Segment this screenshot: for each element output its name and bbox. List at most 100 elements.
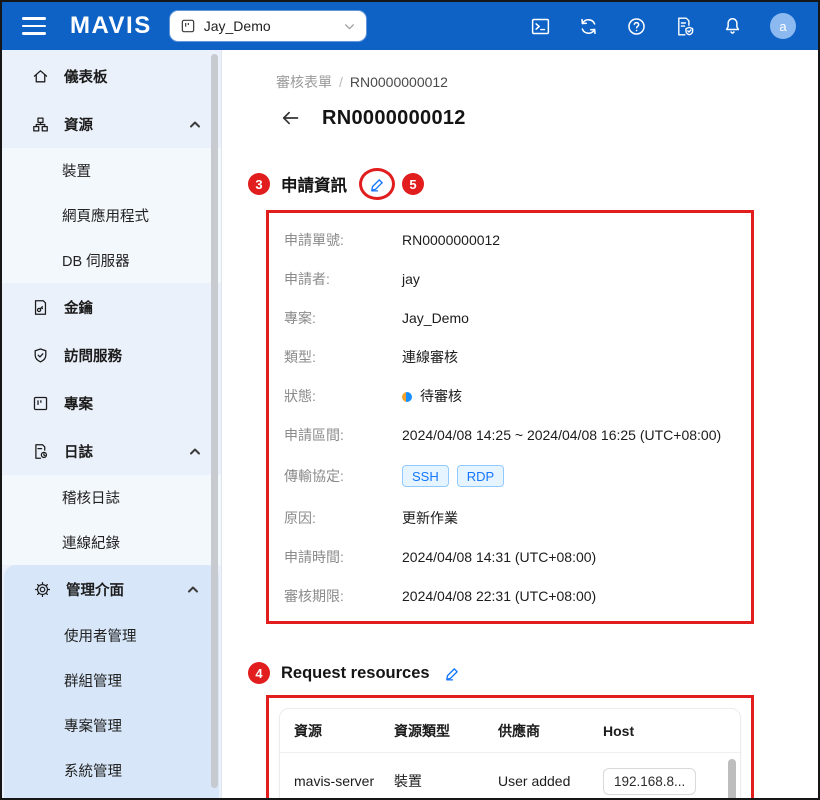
- edit-icon[interactable]: [369, 176, 386, 193]
- protocol-tag-rdp: RDP: [456, 465, 505, 487]
- cell-resource-type: 裝置: [394, 773, 422, 789]
- field-row: 申請單號: RN0000000012: [284, 220, 743, 259]
- field-label: 申請區間:: [284, 426, 344, 443]
- sidebar-item-logs[interactable]: 日誌: [2, 427, 221, 475]
- table-row[interactable]: mavis-server 裝置 User added 192.168.8...: [280, 753, 740, 798]
- app-body: 儀表板 資源 裝置 網頁應用程式 DB 伺服器 金鑰 訪問服務 專案 日誌 稽核…: [2, 50, 818, 798]
- sidebar-item-project-management[interactable]: 專案管理: [4, 703, 219, 748]
- sidebar-item-label: DB 伺服器: [62, 254, 130, 270]
- sidebar-item-label: 日誌: [64, 444, 93, 461]
- status-value: 待審核: [402, 386, 462, 406]
- project-selector-value: Jay_Demo: [203, 18, 271, 34]
- project-selector[interactable]: Jay_Demo: [169, 11, 366, 41]
- field-value: RN0000000012: [402, 231, 501, 248]
- user-avatar[interactable]: a: [770, 13, 796, 39]
- terminal-icon[interactable]: [530, 16, 551, 37]
- sidebar-item-label: 系統管理: [64, 764, 122, 780]
- resources-table: 資源 資源類型 供應商 Host mavis-server 裝置 User ad…: [279, 708, 741, 798]
- breadcrumb-separator: /: [339, 74, 343, 90]
- sidebar-item-web-apps[interactable]: 網頁應用程式: [2, 193, 221, 238]
- sidebar-item-label: 連線紀錄: [62, 536, 120, 552]
- sync-icon[interactable]: [578, 16, 599, 37]
- field-label: 狀態:: [284, 387, 316, 404]
- annotation-circle: [359, 168, 395, 200]
- top-navbar: MAVIS Jay_Demo a: [2, 2, 818, 50]
- table-header-row: 資源 資源類型 供應商 Host: [280, 709, 740, 753]
- sidebar-item-label: 專案管理: [64, 719, 122, 735]
- field-value: jay: [402, 270, 420, 287]
- field-value: 更新作業: [402, 509, 458, 526]
- table-scrollbar[interactable]: [728, 759, 736, 798]
- sidebar-item-connection-records[interactable]: 連線紀錄: [2, 520, 221, 565]
- column-header-vendor: 供應商: [498, 722, 540, 739]
- cell-vendor: User added: [498, 773, 571, 789]
- sidebar-item-label: 管理介面: [66, 582, 124, 599]
- annotation-badge-4: 4: [248, 662, 270, 684]
- sidebar-item-admin[interactable]: 管理介面: [4, 565, 219, 613]
- logs-submenu: 稽核日誌 連線紀錄: [2, 475, 221, 565]
- column-header-host: Host: [603, 722, 635, 739]
- edit-icon[interactable]: [444, 665, 461, 682]
- request-resources-heading: 4 Request resources: [248, 662, 818, 684]
- field-value: Jay_Demo: [402, 309, 469, 326]
- field-label: 申請者:: [284, 270, 330, 287]
- sidebar-item-audit-logs[interactable]: 稽核日誌: [2, 475, 221, 520]
- sidebar-item-devices[interactable]: 裝置: [2, 148, 221, 193]
- chevron-down-icon: [344, 23, 354, 29]
- sidebar-item-system-management[interactable]: 系統管理: [4, 748, 219, 793]
- sidebar-item-label: 稽核日誌: [62, 491, 120, 507]
- sidebar-item-user-management[interactable]: 使用者管理: [4, 613, 219, 658]
- bell-icon[interactable]: [722, 16, 743, 37]
- sidebar-item-label: 金鑰: [64, 300, 93, 317]
- mavis-logo: MAVIS: [70, 12, 152, 39]
- navbar-icon-group: a: [530, 13, 796, 39]
- field-value: 2024/04/08 14:25 ~ 2024/04/08 16:25 (UTC…: [402, 426, 722, 443]
- page-title: RN0000000012: [322, 106, 466, 129]
- resources-panel: 資源 資源類型 供應商 Host mavis-server 裝置 User ad…: [266, 695, 754, 798]
- status-text: 待審核: [420, 387, 462, 404]
- host-chip[interactable]: 192.168.8...: [603, 767, 697, 795]
- gear-icon: [34, 581, 51, 597]
- field-value: 2024/04/08 22:31 (UTC+08:00): [402, 587, 597, 604]
- sidebar-item-keys[interactable]: 金鑰: [2, 283, 221, 331]
- breadcrumb-parent[interactable]: 審核表單: [276, 74, 332, 90]
- admin-section: 管理介面 使用者管理 群組管理 專案管理 系統管理: [4, 565, 219, 798]
- field-row: 原因: 更新作業: [284, 498, 743, 537]
- sidebar-item-group-management[interactable]: 群組管理: [4, 658, 219, 703]
- app-window: MAVIS Jay_Demo a 儀表板 資源 裝置 網頁應用程式 DB 伺服器…: [0, 0, 820, 800]
- hamburger-menu-icon[interactable]: [22, 17, 46, 35]
- main-content: 審核表單 / RN0000000012 RN0000000012 3 申請資訊: [222, 50, 818, 798]
- help-icon[interactable]: [626, 16, 647, 37]
- back-arrow-icon[interactable]: [280, 109, 300, 127]
- cell-host: 192.168.8...: [603, 767, 740, 795]
- breadcrumb-current: RN0000000012: [349, 74, 448, 90]
- annotation-badge-3: 3: [248, 173, 270, 195]
- protocol-tags: SSH RDP: [402, 465, 512, 487]
- sidebar-item-label: 訪問服務: [64, 348, 122, 365]
- sidebar: 儀表板 資源 裝置 網頁應用程式 DB 伺服器 金鑰 訪問服務 專案 日誌 稽核…: [2, 50, 222, 798]
- shield-check-icon: [34, 347, 47, 363]
- sidebar-item-projects[interactable]: 專案: [2, 379, 221, 427]
- field-row: 申請時間: 2024/04/08 14:31 (UTC+08:00): [284, 537, 743, 576]
- field-value: 連線審核: [402, 348, 458, 365]
- sidebar-item-label: 群組管理: [64, 674, 122, 690]
- sidebar-item-resources[interactable]: 資源: [2, 100, 221, 148]
- cell-resource: mavis-server: [294, 773, 375, 789]
- sidebar-scrollbar[interactable]: [211, 54, 218, 788]
- section-title-resources: Request resources: [281, 663, 430, 682]
- sidebar-item-label: 專案: [64, 396, 93, 413]
- field-row: 審核期限: 2024/04/08 22:31 (UTC+08:00): [284, 576, 743, 615]
- column-header-resource: 資源: [294, 722, 322, 739]
- status-dot-icon: [402, 391, 412, 402]
- caret-up-icon: [190, 448, 200, 455]
- audit-document-icon[interactable]: [674, 16, 695, 37]
- resources-submenu: 裝置 網頁應用程式 DB 伺服器: [2, 148, 221, 283]
- sidebar-item-access-services[interactable]: 訪問服務: [2, 331, 221, 379]
- field-row: 類型: 連線審核: [284, 337, 743, 376]
- sidebar-item-dashboard[interactable]: 儀表板: [2, 52, 221, 100]
- protocol-tag-ssh: SSH: [402, 465, 449, 487]
- field-row: 專案: Jay_Demo: [284, 298, 743, 337]
- sidebar-item-label: 儀表板: [64, 69, 108, 86]
- sidebar-item-db-servers[interactable]: DB 伺服器: [2, 238, 221, 283]
- home-icon: [33, 69, 48, 82]
